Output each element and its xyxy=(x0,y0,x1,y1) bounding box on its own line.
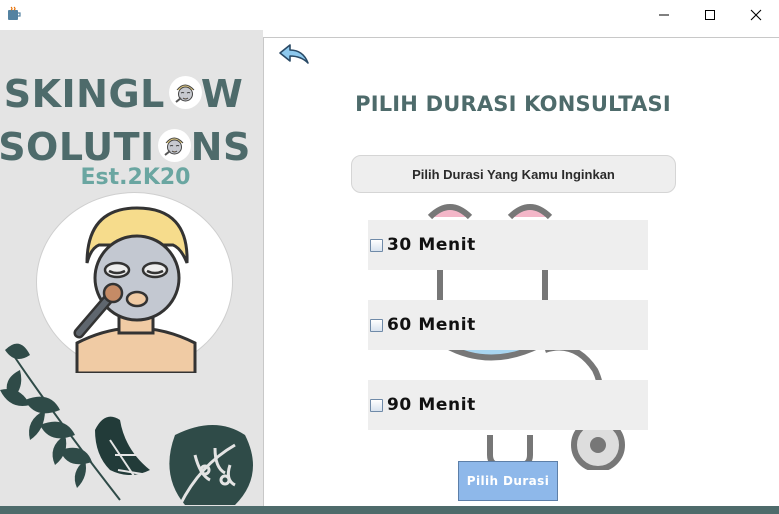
option-label: 90 Menit xyxy=(387,395,476,415)
back-arrow-icon[interactable] xyxy=(277,43,311,67)
close-button[interactable] xyxy=(733,0,779,30)
close-icon xyxy=(750,9,762,21)
maximize-icon xyxy=(705,10,715,20)
page-title: PILIH DURASI KONSULTASI xyxy=(355,92,671,116)
leaves-decoration xyxy=(0,343,253,506)
maximize-button[interactable] xyxy=(687,0,733,30)
brand-title-line2: SOLUTI NS xyxy=(0,125,251,169)
checkbox[interactable] xyxy=(370,398,383,412)
brand-o-face-icon xyxy=(169,76,202,109)
brand-o-face-icon xyxy=(158,129,191,162)
duration-option-30[interactable]: 30 Menit xyxy=(368,220,648,270)
checkbox[interactable] xyxy=(370,238,383,252)
brand-title-line1: SKINGL W xyxy=(3,72,244,116)
minimize-button[interactable] xyxy=(641,0,687,30)
checkbox[interactable] xyxy=(370,318,383,332)
brand-tagline: Est.2K20 xyxy=(80,165,191,190)
minimize-icon xyxy=(659,14,669,16)
option-label: 60 Menit xyxy=(387,315,476,335)
duration-option-90[interactable]: 90 Menit xyxy=(368,380,648,430)
java-cup-icon xyxy=(8,6,21,20)
brand-panel: SKINGL W SOLUTI NS Est.2K20 xyxy=(0,30,263,506)
duration-option-60[interactable]: 60 Menit xyxy=(368,300,648,350)
duration-dropdown[interactable]: Pilih Durasi Yang Kamu Inginkan xyxy=(351,155,676,193)
option-label: 30 Menit xyxy=(387,235,476,255)
dropdown-label: Pilih Durasi Yang Kamu Inginkan xyxy=(412,166,615,182)
bottom-accent-bar xyxy=(0,506,779,514)
choose-duration-button[interactable]: Pilih Durasi xyxy=(458,461,558,501)
title-bar xyxy=(0,0,779,30)
